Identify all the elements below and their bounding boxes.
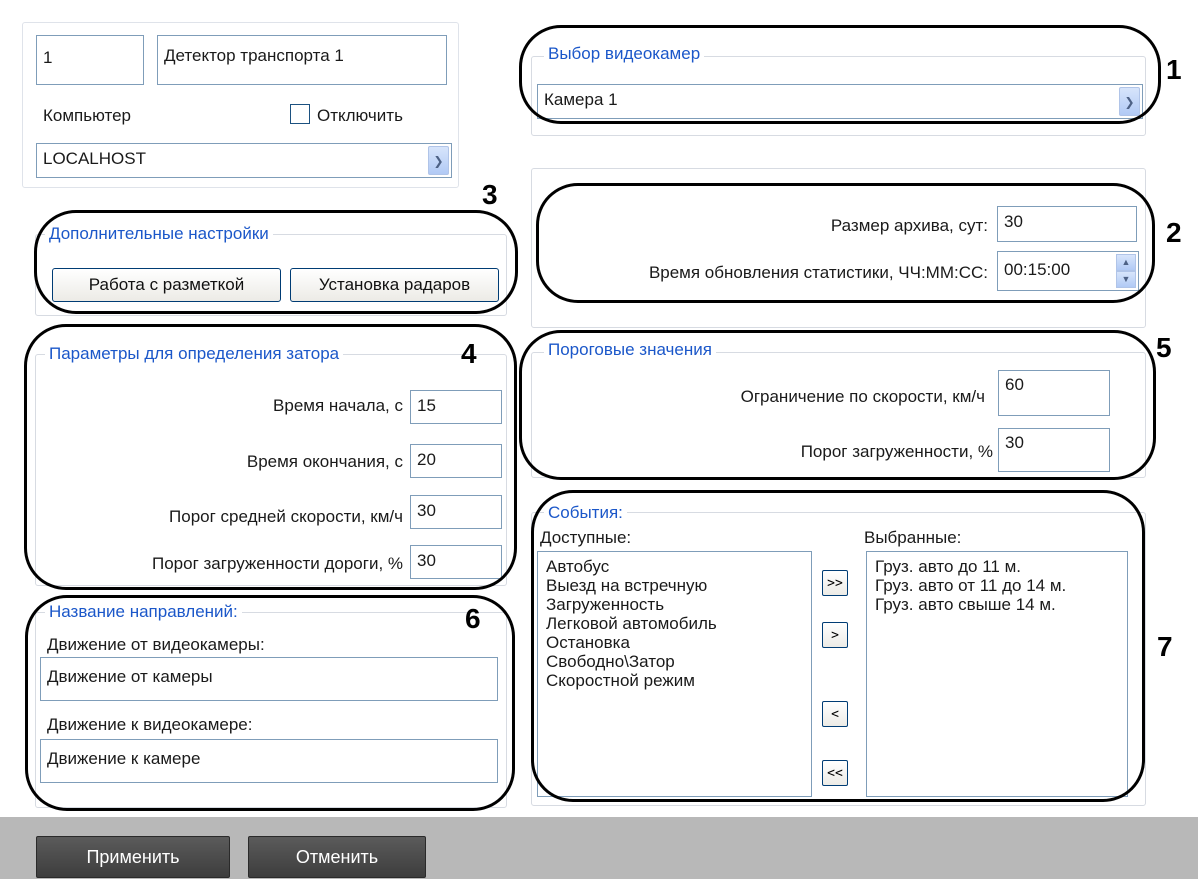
radar-button[interactable]: Установка радаров	[290, 268, 499, 302]
module-name-field[interactable]: Детектор транспорта 1	[157, 35, 447, 85]
add-one-button[interactable]: >	[822, 622, 848, 648]
remove-one-button[interactable]: <	[822, 701, 848, 727]
to-camera-field[interactable]: Движение к камере	[40, 739, 498, 783]
remove-all-button[interactable]: <<	[822, 760, 848, 786]
list-item[interactable]: Свободно\Затор	[546, 652, 803, 671]
list-item[interactable]: Груз. авто свыше 14 м.	[875, 595, 1119, 614]
from-camera-field[interactable]: Движение от камеры	[40, 657, 498, 701]
available-label: Доступные:	[540, 528, 632, 547]
jam-speed-label: Порог средней скорости, км/ч	[169, 507, 403, 526]
computer-label: Компьютер	[43, 106, 131, 125]
available-events-list[interactable]: Автобус Выезд на встречную Загруженность…	[537, 551, 812, 797]
list-item[interactable]: Загруженность	[546, 595, 803, 614]
module-panel: 1 Детектор транспорта 1 Компьютер Отключ…	[22, 22, 459, 188]
disable-checkbox[interactable]	[290, 104, 310, 124]
computer-select[interactable]: LOCALHOST ❯	[36, 143, 452, 178]
load-threshold-label: Порог загруженности, %	[800, 442, 993, 461]
cancel-button[interactable]: Отменить	[248, 836, 426, 878]
list-item[interactable]: Остановка	[546, 633, 803, 652]
jam-end-label: Время окончания, с	[246, 452, 403, 471]
list-item[interactable]: Скоростной режим	[546, 671, 803, 690]
camera-value: Камера 1	[544, 90, 618, 109]
list-item[interactable]: Груз. авто от 11 до 14 м.	[875, 576, 1119, 595]
extra-settings-legend: Дополнительные настройки	[45, 224, 273, 244]
stats-interval-value: 00:15:00	[1004, 260, 1071, 279]
jam-speed-field[interactable]: 30	[410, 495, 502, 529]
jam-start-field[interactable]: 15	[410, 390, 502, 424]
spin-up-icon[interactable]: ▲	[1116, 254, 1136, 271]
selected-events-list[interactable]: Груз. авто до 11 м. Груз. авто от 11 до …	[866, 551, 1128, 797]
module-id-field[interactable]: 1	[36, 35, 144, 85]
add-all-button[interactable]: >>	[822, 570, 848, 596]
jam-start-label: Время начала, с	[273, 396, 403, 415]
directions-legend: Название направлений:	[45, 602, 242, 622]
speed-limit-label: Ограничение по скорости, км/ч	[740, 387, 985, 406]
archive-size-label: Размер архива, сут:	[830, 216, 988, 235]
chevron-down-icon[interactable]: ❯	[1119, 87, 1140, 116]
thresholds-legend: Пороговые значения	[544, 340, 716, 360]
callout-number-6: 6	[465, 603, 481, 634]
jam-end-field[interactable]: 20	[410, 444, 502, 478]
list-item[interactable]: Легковой автомобиль	[546, 614, 803, 633]
camera-legend: Выбор видеокамер	[544, 44, 705, 64]
load-threshold-field[interactable]: 30	[998, 428, 1110, 472]
jam-load-label: Порог загруженности дороги, %	[151, 554, 403, 573]
camera-select[interactable]: Камера 1 ❯	[537, 84, 1143, 119]
markup-button[interactable]: Работа с разметкой	[52, 268, 281, 302]
speed-limit-field[interactable]: 60	[998, 370, 1110, 416]
apply-button[interactable]: Применить	[36, 836, 230, 878]
from-camera-label: Движение от видеокамеры:	[47, 635, 265, 654]
disable-label[interactable]: Отключить	[317, 105, 403, 127]
callout-number-2: 2	[1166, 217, 1182, 248]
callout-number-1: 1	[1166, 54, 1182, 85]
callout-number-3: 3	[482, 179, 498, 210]
callout-number-5: 5	[1156, 332, 1172, 363]
jam-params-legend: Параметры для определения затора	[45, 344, 344, 364]
stats-interval-spinner[interactable]: 00:15:00 ▲ ▼	[997, 251, 1139, 291]
stats-interval-label: Время обновления статистики, ЧЧ:ММ:СС:	[648, 263, 988, 282]
callout-number-4: 4	[461, 338, 477, 369]
list-item[interactable]: Груз. авто до 11 м.	[875, 557, 1119, 576]
jam-load-field[interactable]: 30	[410, 545, 502, 579]
spin-down-icon[interactable]: ▼	[1116, 271, 1136, 288]
archive-group	[531, 168, 1146, 328]
chevron-down-icon[interactable]: ❯	[428, 146, 449, 175]
to-camera-label: Движение к видеокамере:	[47, 715, 253, 734]
list-item[interactable]: Выезд на встречную	[546, 576, 803, 595]
callout-number-7: 7	[1157, 631, 1173, 662]
selected-label: Выбранные:	[864, 528, 962, 547]
list-item[interactable]: Автобус	[546, 557, 803, 576]
events-legend: События:	[544, 503, 627, 523]
archive-size-field[interactable]: 30	[997, 206, 1137, 242]
computer-value: LOCALHOST	[43, 149, 146, 168]
